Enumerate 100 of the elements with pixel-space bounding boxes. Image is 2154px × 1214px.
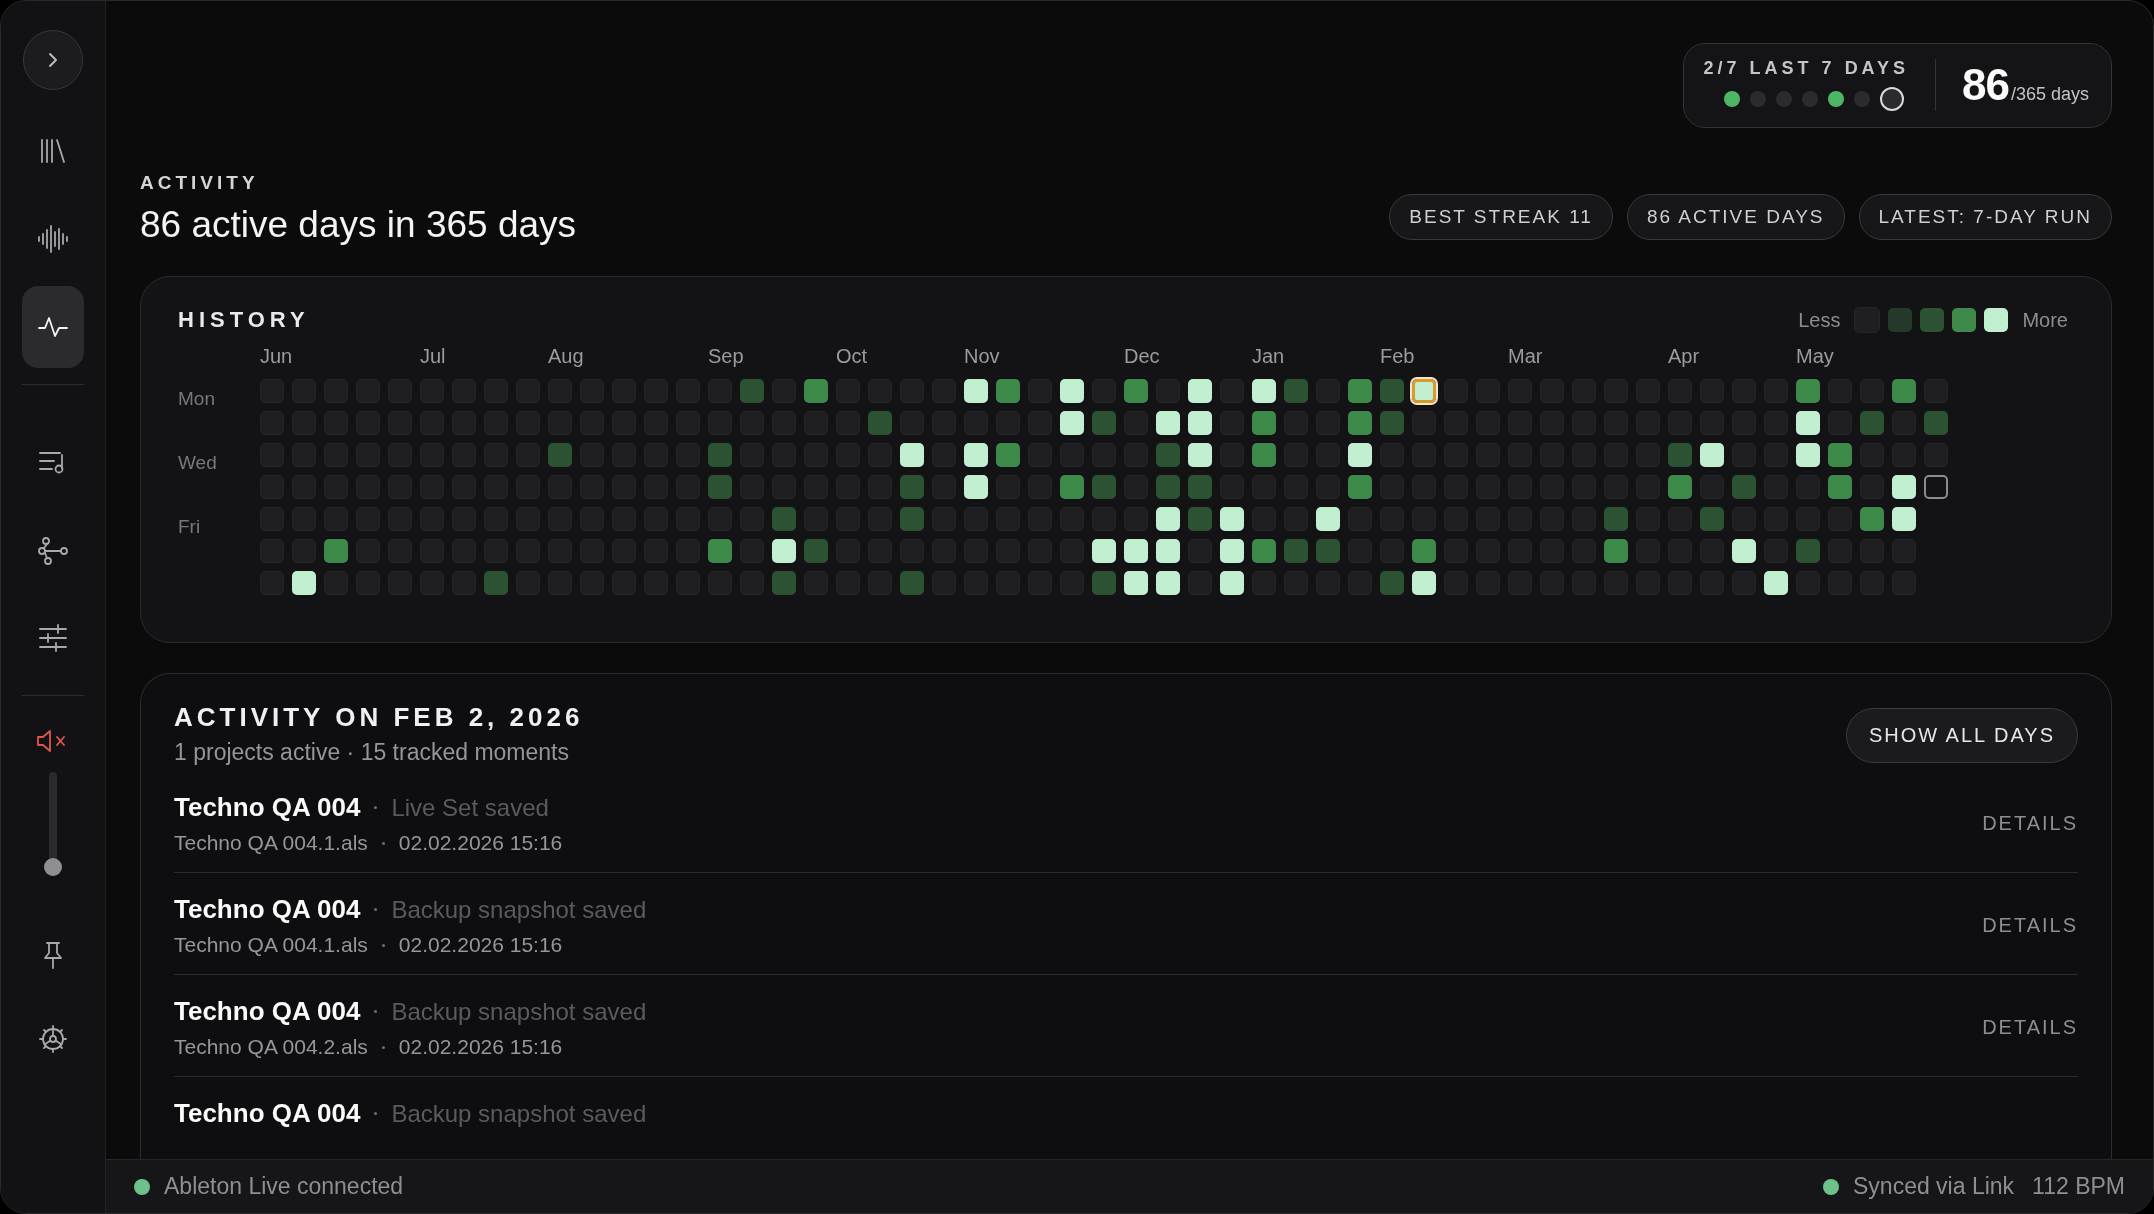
day-cell[interactable] [900, 475, 924, 499]
day-cell[interactable] [1252, 379, 1276, 403]
day-cell[interactable] [964, 379, 988, 403]
month-label: Dec [1124, 345, 1161, 369]
day-cell[interactable] [292, 571, 316, 595]
day-cell[interactable] [804, 539, 828, 563]
day-cell[interactable] [1284, 379, 1308, 403]
day-cell[interactable] [1348, 475, 1372, 499]
day-cell[interactable] [1252, 443, 1276, 467]
day-cell[interactable] [1188, 507, 1212, 531]
day-cell[interactable] [1604, 507, 1628, 531]
day-cell[interactable] [1700, 507, 1724, 531]
month-label: Nov [964, 345, 1001, 369]
day-cell[interactable] [1828, 443, 1852, 467]
day-cell[interactable] [1092, 571, 1116, 595]
day-cell[interactable] [484, 571, 508, 595]
active-days-count: 86 [1962, 59, 2009, 110]
day-cell[interactable] [1156, 411, 1180, 435]
day-cell[interactable] [1380, 411, 1404, 435]
day-cell[interactable] [1732, 475, 1756, 499]
day-cell[interactable] [1316, 539, 1340, 563]
day-cell[interactable] [1284, 539, 1308, 563]
details-link[interactable]: DETAILS [1982, 1012, 2078, 1043]
day-cell[interactable] [1092, 539, 1116, 563]
day-cell[interactable] [740, 379, 764, 403]
volume-thumb[interactable] [44, 858, 62, 876]
day-cell[interactable] [772, 507, 796, 531]
day-cell[interactable] [1220, 507, 1244, 531]
day-cell[interactable] [1220, 539, 1244, 563]
day-cell[interactable] [1924, 475, 1948, 499]
day-cell[interactable] [964, 475, 988, 499]
day-cell[interactable] [1156, 443, 1180, 467]
day-cell[interactable] [1252, 411, 1276, 435]
day-cell[interactable] [804, 379, 828, 403]
day-cell[interactable] [1124, 571, 1148, 595]
day-cell[interactable] [548, 443, 572, 467]
day-cell[interactable] [1156, 539, 1180, 563]
day-cell[interactable] [1796, 539, 1820, 563]
day-cell[interactable] [868, 411, 892, 435]
day-cell[interactable] [708, 539, 732, 563]
day-cell[interactable] [1188, 475, 1212, 499]
day-cell[interactable] [1732, 539, 1756, 563]
separator-dot [374, 806, 378, 809]
day-cell[interactable] [1796, 411, 1820, 435]
day-cell[interactable] [1892, 379, 1916, 403]
day-cell[interactable] [1828, 475, 1852, 499]
day-cell[interactable] [1796, 443, 1820, 467]
day-cell[interactable] [1156, 475, 1180, 499]
day-cell[interactable] [708, 443, 732, 467]
day-cell[interactable] [1380, 571, 1404, 595]
day-cell[interactable] [964, 443, 988, 467]
day-cell[interactable] [772, 571, 796, 595]
day-cell[interactable] [1124, 539, 1148, 563]
day-cell[interactable] [1700, 443, 1724, 467]
day-cell[interactable] [1412, 539, 1436, 563]
day-cell[interactable] [996, 379, 1020, 403]
day-cell[interactable] [1316, 507, 1340, 531]
day-cell[interactable] [1348, 443, 1372, 467]
day-cell[interactable] [1764, 571, 1788, 595]
day-cell[interactable] [1412, 571, 1436, 595]
day-cell[interactable] [1188, 443, 1212, 467]
day-cell[interactable] [1252, 539, 1276, 563]
day-cell[interactable] [1124, 379, 1148, 403]
day-cell[interactable] [1092, 411, 1116, 435]
show-all-days-button[interactable]: SHOW ALL DAYS [1845, 708, 2078, 763]
day-cell[interactable] [1348, 379, 1372, 403]
details-link[interactable]: DETAILS [1982, 910, 2078, 941]
details-link[interactable]: DETAILS [1982, 808, 2078, 839]
day-cell[interactable] [1156, 571, 1180, 595]
day-cell[interactable] [1156, 507, 1180, 531]
day-cell[interactable] [1188, 411, 1212, 435]
volume-slider[interactable] [44, 772, 62, 876]
day-cell[interactable] [1060, 475, 1084, 499]
day-cell[interactable] [1668, 475, 1692, 499]
day-cell[interactable] [900, 571, 924, 595]
day-cell[interactable] [996, 443, 1020, 467]
day-cell[interactable] [1860, 507, 1884, 531]
day-cell[interactable] [1860, 411, 1884, 435]
day-cell[interactable] [324, 539, 348, 563]
day-cell[interactable] [900, 507, 924, 531]
day-cell[interactable] [1796, 379, 1820, 403]
day-cell[interactable] [1892, 507, 1916, 531]
day-cell[interactable] [1924, 411, 1948, 435]
weekday-label: Wed [178, 451, 218, 475]
day-cell[interactable] [1092, 475, 1116, 499]
day-cell[interactable] [708, 475, 732, 499]
day-cell[interactable] [1604, 539, 1628, 563]
day-cell[interactable] [900, 443, 924, 467]
day-cell[interactable] [1380, 379, 1404, 403]
day-cell[interactable] [1668, 443, 1692, 467]
day-cell[interactable] [1412, 379, 1436, 403]
nav-button[interactable] [22, 286, 84, 368]
event-text: Backup snapshot saved [391, 998, 647, 1026]
day-cell[interactable] [772, 539, 796, 563]
day-cell[interactable] [1348, 411, 1372, 435]
day-cell[interactable] [1188, 379, 1212, 403]
day-cell[interactable] [1060, 379, 1084, 403]
day-cell[interactable] [1892, 475, 1916, 499]
day-cell[interactable] [1220, 571, 1244, 595]
day-cell[interactable] [1060, 411, 1084, 435]
